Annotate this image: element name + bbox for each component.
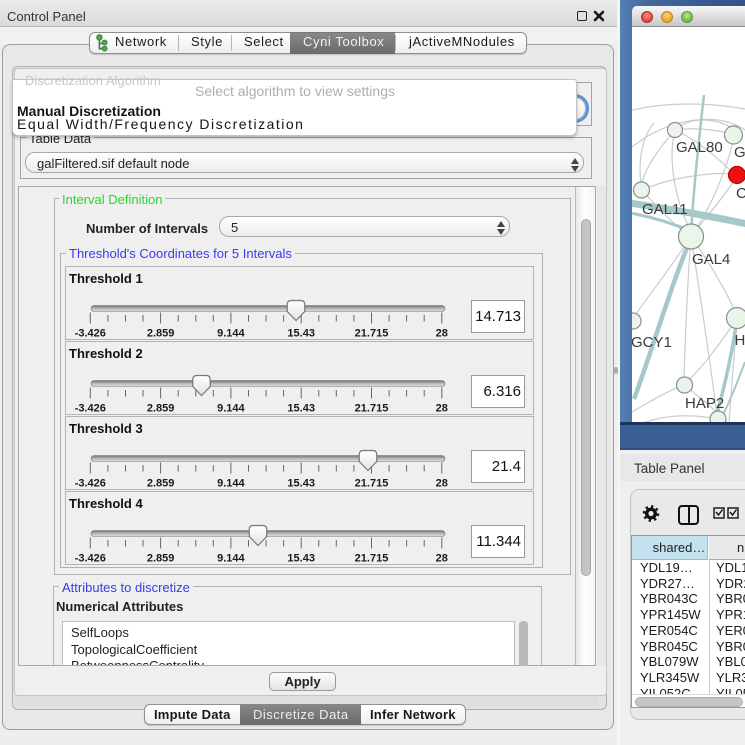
- svg-text:Threshold 1: Threshold 1: [69, 271, 143, 286]
- svg-text:2.859: 2.859: [147, 403, 175, 415]
- svg-text:28: 28: [436, 328, 448, 340]
- svg-text:21.715: 21.715: [355, 478, 389, 490]
- svg-text:2.859: 2.859: [147, 553, 175, 565]
- svg-text:9.144: 9.144: [217, 403, 245, 415]
- svg-text:15.43: 15.43: [287, 553, 315, 565]
- svg-text:28: 28: [436, 553, 448, 565]
- svg-text:9.144: 9.144: [217, 328, 245, 340]
- svg-text:21.715: 21.715: [355, 328, 389, 340]
- svg-text:Threshold 2: Threshold 2: [69, 346, 143, 361]
- svg-text:Threshold 4: Threshold 4: [69, 496, 143, 511]
- svg-text:-3.426: -3.426: [75, 328, 106, 340]
- svg-text:-3.426: -3.426: [75, 478, 106, 490]
- svg-text:2.859: 2.859: [147, 478, 175, 490]
- svg-text:GAL11: GAL11: [642, 201, 688, 218]
- svg-text:9.144: 9.144: [217, 553, 245, 565]
- svg-text:28: 28: [436, 403, 448, 415]
- svg-text:H: H: [735, 332, 745, 349]
- svg-text:-3.426: -3.426: [75, 403, 106, 415]
- svg-text:Threshold 3: Threshold 3: [69, 421, 143, 436]
- svg-text:C: C: [736, 185, 745, 202]
- svg-text:2.859: 2.859: [147, 328, 175, 340]
- svg-text:-3.426: -3.426: [75, 553, 106, 565]
- svg-text:GAL80: GAL80: [676, 139, 723, 156]
- svg-text:21.715: 21.715: [355, 553, 389, 565]
- svg-text:HAP2: HAP2: [685, 395, 724, 412]
- svg-text:15.43: 15.43: [287, 328, 315, 340]
- svg-text:15.43: 15.43: [287, 403, 315, 415]
- svg-text:28: 28: [436, 478, 448, 490]
- svg-text:GAL4: GAL4: [692, 251, 730, 268]
- svg-text:GA: GA: [734, 144, 745, 161]
- svg-text:21.715: 21.715: [355, 403, 389, 415]
- svg-text:15.43: 15.43: [287, 478, 315, 490]
- svg-text:GCY1: GCY1: [632, 334, 672, 351]
- svg-text:9.144: 9.144: [217, 478, 245, 490]
